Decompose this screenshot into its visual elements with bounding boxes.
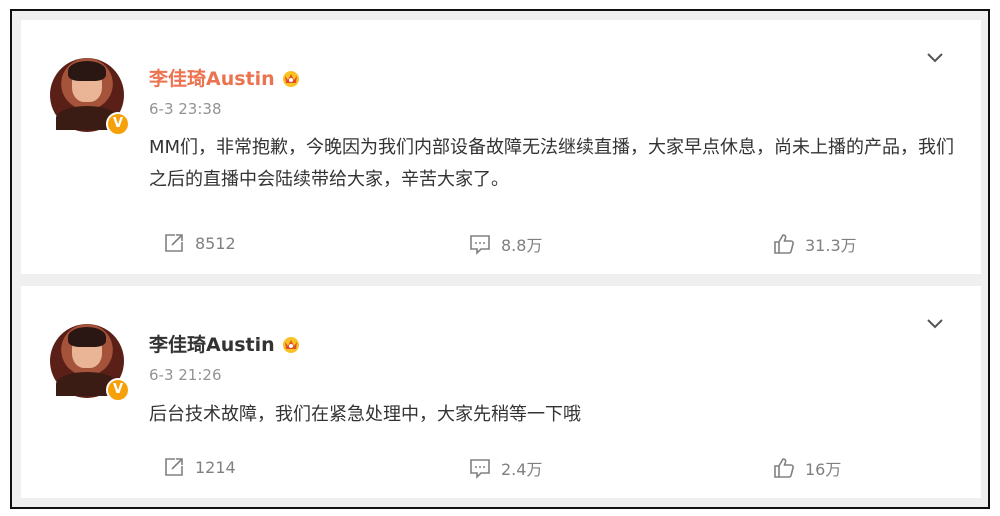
thumbs-up-icon xyxy=(774,234,794,254)
crown-member-icon xyxy=(282,70,299,87)
repost-button[interactable]: 1214 xyxy=(163,456,236,478)
author-name[interactable]: 李佳琦Austin xyxy=(149,64,275,91)
post-actions: 1214 2.4万 16万 xyxy=(21,456,981,486)
comment-icon xyxy=(470,235,490,255)
repost-icon xyxy=(165,458,183,476)
post-timestamp[interactable]: 6-3 21:26 xyxy=(149,366,222,384)
like-count: 16万 xyxy=(805,460,842,479)
like-count: 31.3万 xyxy=(805,236,857,255)
post-timestamp[interactable]: 6-3 23:38 xyxy=(149,100,222,118)
post-card: V 李佳琦Austin 6-3 21:26 后台技术故障，我们在紧急处理中，大家… xyxy=(21,286,981,498)
repost-count: 8512 xyxy=(195,233,236,253)
comment-count: 2.4万 xyxy=(501,460,543,479)
repost-button[interactable]: 8512 xyxy=(163,232,236,254)
verified-v-icon: V xyxy=(106,378,130,402)
author-name[interactable]: 李佳琦Austin xyxy=(149,330,275,357)
like-button[interactable]: 31.3万 xyxy=(773,232,857,256)
author-row: 李佳琦Austin xyxy=(149,330,301,357)
post-text: MM们，非常抱歉，今晚因为我们内部设备故障无法继续直播，大家早点休息，尚未上播的… xyxy=(149,137,955,190)
screenshot-frame: V 李佳琦Austin 6-3 23:38 MM们，非常抱歉，今晚因为我们内部设… xyxy=(10,9,990,509)
comment-button[interactable]: 2.4万 xyxy=(469,456,542,480)
repost-icon xyxy=(165,234,183,252)
verified-v-icon: V xyxy=(106,112,130,136)
comment-button[interactable]: 8.8万 xyxy=(469,232,542,256)
avatar[interactable]: V xyxy=(50,58,130,136)
post-actions: 8512 8.8万 31.3万 xyxy=(21,232,981,262)
comment-count: 8.8万 xyxy=(501,236,543,255)
comment-icon xyxy=(470,459,490,479)
like-button[interactable]: 16万 xyxy=(773,456,841,480)
thumbs-up-icon xyxy=(774,458,794,478)
post-text: 后台技术故障，我们在紧急处理中，大家先稍等一下哦 xyxy=(149,404,581,425)
avatar[interactable]: V xyxy=(50,324,130,402)
post-card: V 李佳琦Austin 6-3 23:38 MM们，非常抱歉，今晚因为我们内部设… xyxy=(21,20,981,274)
crown-member-icon xyxy=(282,336,299,353)
chevron-down-icon[interactable] xyxy=(925,316,945,332)
author-row: 李佳琦Austin xyxy=(149,64,301,91)
chevron-down-icon[interactable] xyxy=(925,50,945,66)
repost-count: 1214 xyxy=(195,457,236,477)
